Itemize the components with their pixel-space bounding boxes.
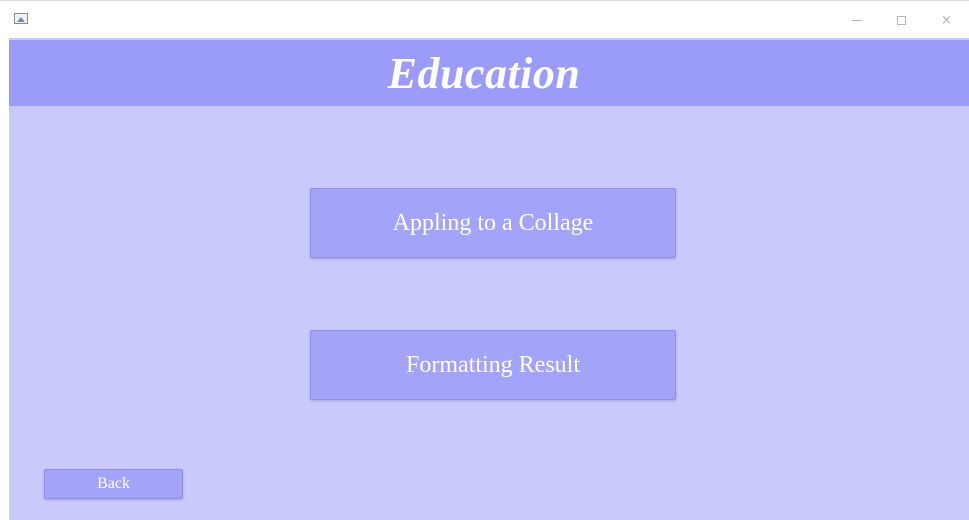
maximize-button[interactable] (879, 1, 924, 39)
formatting-result-button[interactable]: Formatting Result (310, 330, 676, 400)
main-panel: Appling to a Collage Formatting Result B… (9, 106, 969, 520)
back-button[interactable]: Back (44, 469, 183, 499)
maximize-icon (897, 15, 906, 25)
header-banner: Education (9, 40, 969, 106)
window-controls: × (834, 1, 969, 39)
applying-to-college-button[interactable]: Appling to a Collage (310, 188, 676, 258)
app-image-icon (14, 13, 28, 24)
minimize-icon (851, 19, 862, 21)
page-title: Education (387, 48, 581, 98)
window-left-edge (0, 38, 9, 520)
close-icon: × (941, 12, 952, 28)
window-titlebar[interactable]: × (0, 0, 969, 38)
minimize-button[interactable] (834, 1, 879, 39)
close-button[interactable]: × (924, 1, 969, 39)
app-window: × Education Appling to a Collage Formatt… (0, 0, 969, 520)
